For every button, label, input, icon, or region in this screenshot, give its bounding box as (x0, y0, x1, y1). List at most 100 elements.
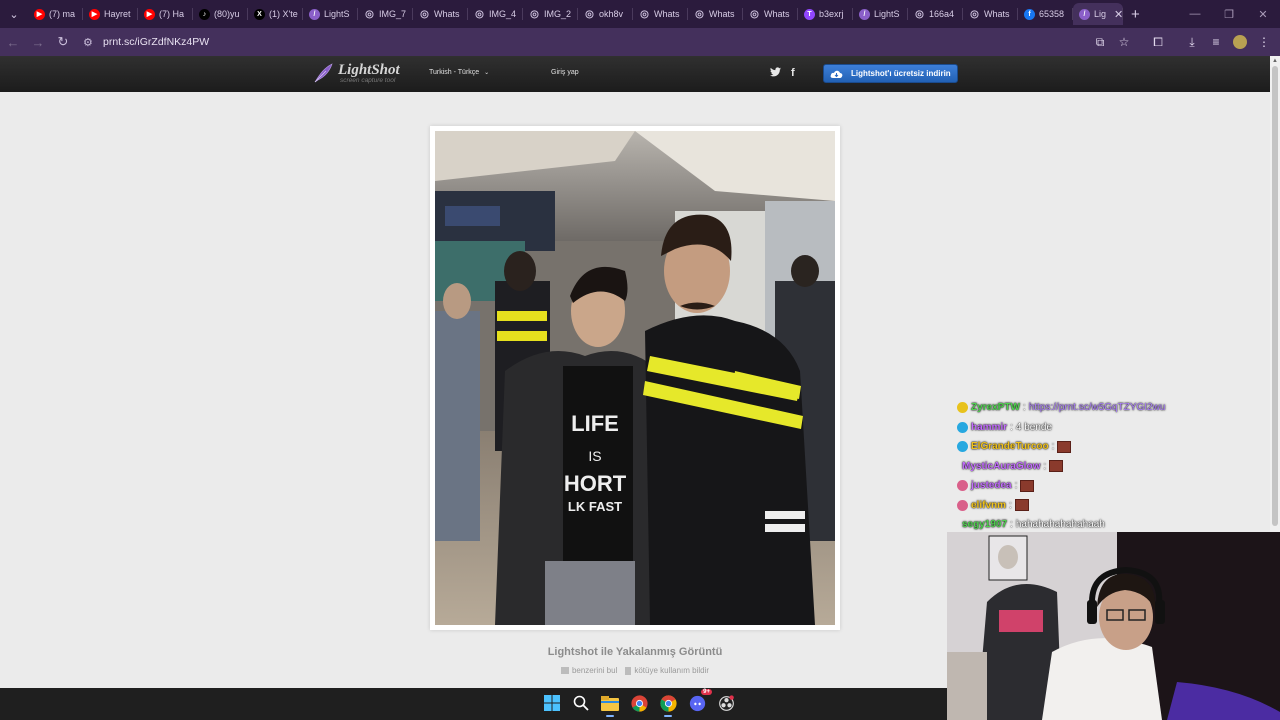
lightshot-logo[interactable]: LightShot screen capture tool (312, 62, 400, 84)
browser-tab[interactable]: ▶ (7) ma (28, 3, 83, 25)
tab-label: Whats (654, 9, 680, 19)
browser-tab[interactable]: Tb3exrj (798, 3, 853, 25)
login-link[interactable]: Giriş yap (551, 69, 579, 76)
browser-tab[interactable]: ◎ IMG_7 (358, 3, 413, 25)
discord-icon[interactable]: 9+ (686, 689, 712, 714)
browser-tab[interactable]: f 65358 (1018, 3, 1073, 25)
install-app-icon[interactable]: ⧉ (1088, 35, 1112, 50)
browser-tab[interactable]: ◎ IMG_2 (523, 3, 578, 25)
new-tab-button[interactable]: + (1131, 6, 1140, 23)
globe-icon: ◎ (750, 8, 759, 20)
logo-name: LightShot (338, 61, 400, 78)
reading-list-icon[interactable]: ≡ (1204, 35, 1228, 49)
globe-icon: ◎ (530, 8, 539, 20)
scrollbar-thumb[interactable] (1272, 66, 1278, 526)
tab-label: IMG_4 (489, 9, 517, 19)
scroll-up-icon[interactable]: ▲ (1272, 58, 1278, 64)
chat-username: justedea (971, 480, 1012, 492)
chat-username: ElGrandeTurcoo (971, 441, 1049, 453)
chat-text: 4 bende (1015, 421, 1053, 433)
tab-label: IMG_2 (544, 9, 572, 19)
file-explorer-icon[interactable] (599, 692, 621, 717)
tab-search-icon[interactable]: ⌄ (4, 4, 24, 24)
find-similar-link[interactable]: benzerini bul (560, 666, 618, 675)
chat-separator: : (1014, 480, 1018, 492)
language-selector[interactable]: Turkish - Türkçe ⌄ (429, 69, 489, 76)
site-info-icon[interactable]: ⚙ (83, 36, 97, 49)
tab-label: LightS (874, 9, 900, 19)
tab-label: Whats (709, 9, 735, 19)
captured-photo[interactable]: LIFE IS HORT LK FAST (435, 131, 835, 625)
image-search-icon (560, 667, 569, 674)
back-button[interactable]: ← (1, 30, 25, 54)
browser-tab[interactable]: ◎ Whats (963, 3, 1018, 25)
facebook-icon[interactable]: f (791, 67, 795, 79)
address-bar[interactable]: ⚙ prnt.sc/iGrZdfNKz4PW (81, 30, 1161, 54)
image-caption: Lightshot ile Yakalanmış Görüntü (547, 646, 723, 658)
close-window-icon[interactable]: ✕ (1246, 8, 1280, 21)
svg-text:IS: IS (588, 448, 601, 464)
lightshot-icon: / (859, 8, 870, 20)
find-similar-label: benzerini bul (571, 666, 618, 675)
tab-label: 166a4 (929, 9, 955, 19)
chat-message: ZyrexPTW : https://prnt.sc/w5GqTZYGI2wu (957, 398, 1197, 418)
chat-username: ZyrexPTW (971, 402, 1020, 414)
search-icon[interactable] (570, 692, 592, 714)
logo-subtitle: screen capture tool (340, 76, 396, 84)
flag-icon (625, 666, 632, 675)
chat-separator: : (1051, 441, 1055, 453)
browser-tab[interactable]: ▶ Hayret (83, 3, 138, 25)
tab-label: (7) ma (49, 9, 76, 19)
browser-tab[interactable]: ▶ (7) Ha (138, 3, 193, 25)
url-text: prnt.sc/iGrZdfNKz4PW (103, 36, 210, 48)
browser-tab[interactable]: ◎ 166a4 (908, 3, 963, 25)
stream-chat-overlay: ZyrexPTW : https://prnt.sc/w5GqTZYGI2wu h… (957, 398, 1197, 535)
minimize-icon[interactable]: — (1178, 8, 1212, 20)
close-tab-icon[interactable]: ✕ (1114, 8, 1123, 21)
browser-tab[interactable]: ◎ Whats (743, 3, 798, 25)
youtube-icon: ▶ (34, 8, 45, 20)
windows-start-icon[interactable] (541, 692, 563, 714)
browser-tab[interactable]: / Lig ✕ (1073, 3, 1123, 25)
extensions-icon[interactable]: ⧠ (1146, 35, 1170, 50)
browser-tab[interactable]: / LightS (853, 3, 908, 25)
browser-tab[interactable]: ◎ IMG_4 (468, 3, 523, 25)
x-icon: X (254, 8, 265, 20)
webcam-overlay (947, 532, 1280, 720)
browser-tab[interactable]: ♪ (80)yu (193, 3, 248, 25)
chat-emote-icon (1057, 440, 1072, 453)
browser-tab[interactable]: / LightS (303, 3, 358, 25)
reload-button[interactable]: ↻ (51, 30, 75, 54)
report-abuse-label: kötüye kullanım bildir (634, 666, 710, 675)
browser-tab[interactable]: X (1) X'te (248, 3, 303, 25)
tab-label: (7) Ha (159, 9, 185, 19)
chat-separator: : (1010, 421, 1013, 433)
browser-tab[interactable]: ◎ okh8v (578, 3, 633, 25)
download-icon[interactable]: ⤓ (1180, 35, 1204, 50)
chat-text: hahahahahahahaah (1015, 519, 1105, 531)
profile-avatar[interactable] (1233, 35, 1247, 49)
twitter-icon[interactable] (770, 67, 781, 77)
browser-tab[interactable]: ◎ Whats (413, 3, 468, 25)
chat-username: elifvnm (971, 499, 1007, 511)
browser-tab[interactable]: ◎ Whats (633, 3, 688, 25)
globe-icon: ◎ (475, 8, 484, 20)
maximize-icon[interactable]: ❐ (1212, 8, 1246, 21)
cloud-download-icon (830, 70, 843, 78)
chrome-icon[interactable] (657, 692, 679, 717)
tiktok-icon: ♪ (199, 8, 210, 20)
browser-tab[interactable]: ◎ Whats (688, 3, 743, 25)
bookmark-star-icon[interactable]: ☆ (1112, 35, 1136, 49)
report-abuse-link[interactable]: kötüye kullanım bildir (625, 666, 709, 675)
kebab-menu-icon[interactable]: ⋮ (1252, 35, 1276, 49)
tab-label: (1) X'te (269, 9, 298, 19)
globe-icon: ◎ (585, 8, 594, 20)
download-lightshot-button[interactable]: Lightshot'ı ücretsiz indirin (823, 64, 958, 83)
screenshot-frame: LIFE IS HORT LK FAST (430, 126, 840, 630)
chat-message: justedea : (957, 476, 1197, 496)
chat-separator: : (1022, 402, 1026, 414)
forward-button[interactable]: → (26, 30, 50, 54)
obs-icon[interactable] (715, 692, 737, 714)
chrome-icon[interactable] (628, 692, 650, 714)
toolbar-actions: ⧉ ☆ ⧠ ⤓ ≡ ⋮ (1088, 30, 1276, 54)
